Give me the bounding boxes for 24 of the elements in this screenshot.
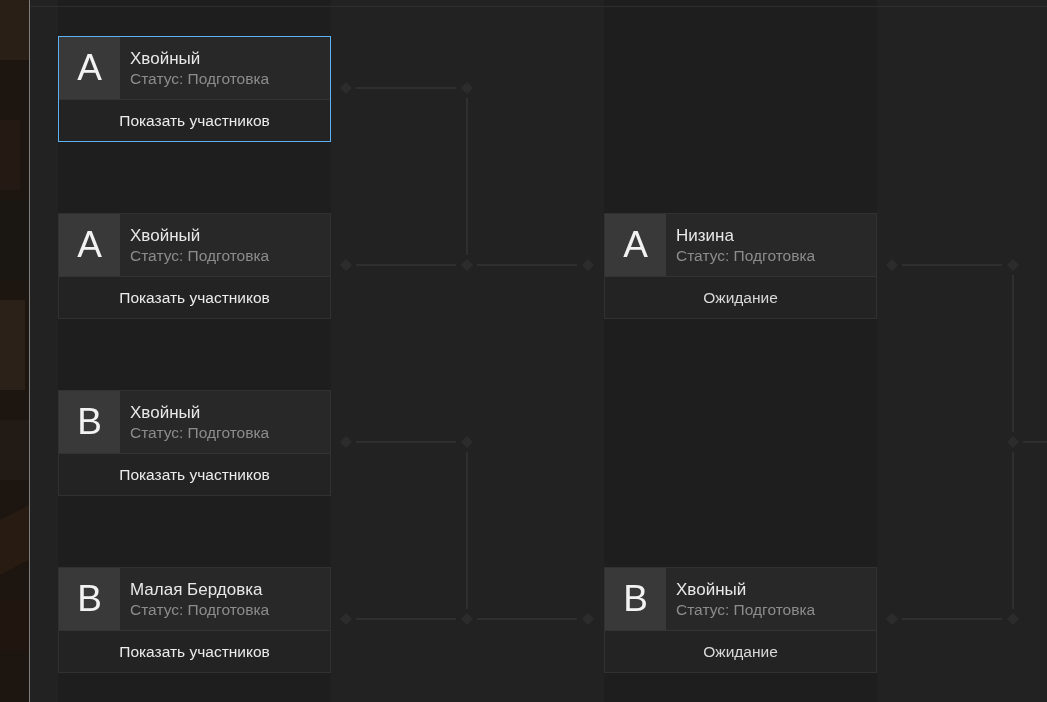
match-status: Статус: Подготовка bbox=[130, 69, 270, 88]
team-name: Хвойный bbox=[130, 48, 202, 69]
team-name: Хвойный bbox=[130, 402, 202, 423]
match-status: Статус: Подготовка bbox=[130, 423, 270, 442]
group-letter: A bbox=[59, 214, 120, 276]
waiting-label: Ожидание bbox=[702, 641, 779, 662]
team-name: Низина bbox=[676, 225, 735, 246]
group-letter: A bbox=[59, 37, 120, 99]
team-name: Малая Бердовка bbox=[130, 579, 264, 600]
show-participants-button[interactable]: Показать участников bbox=[115, 286, 274, 309]
team-name: Хвойный bbox=[676, 579, 748, 600]
show-participants-button[interactable]: Показать участников bbox=[115, 640, 274, 663]
match-status: Статус: Подготовка bbox=[676, 246, 816, 265]
group-letter: B bbox=[605, 568, 666, 630]
match-status: Статус: Подготовка bbox=[130, 246, 270, 265]
group-letter: B bbox=[59, 391, 120, 453]
waiting-label: Ожидание bbox=[702, 287, 779, 308]
group-letter: A bbox=[605, 214, 666, 276]
match-status: Статус: Подготовка bbox=[676, 600, 816, 619]
show-participants-button[interactable]: Показать участников bbox=[115, 463, 274, 486]
show-participants-button[interactable]: Показать участников bbox=[115, 109, 274, 132]
group-letter: B bbox=[59, 568, 120, 630]
match-status: Статус: Подготовка bbox=[130, 600, 270, 619]
team-name: Хвойный bbox=[130, 225, 202, 246]
